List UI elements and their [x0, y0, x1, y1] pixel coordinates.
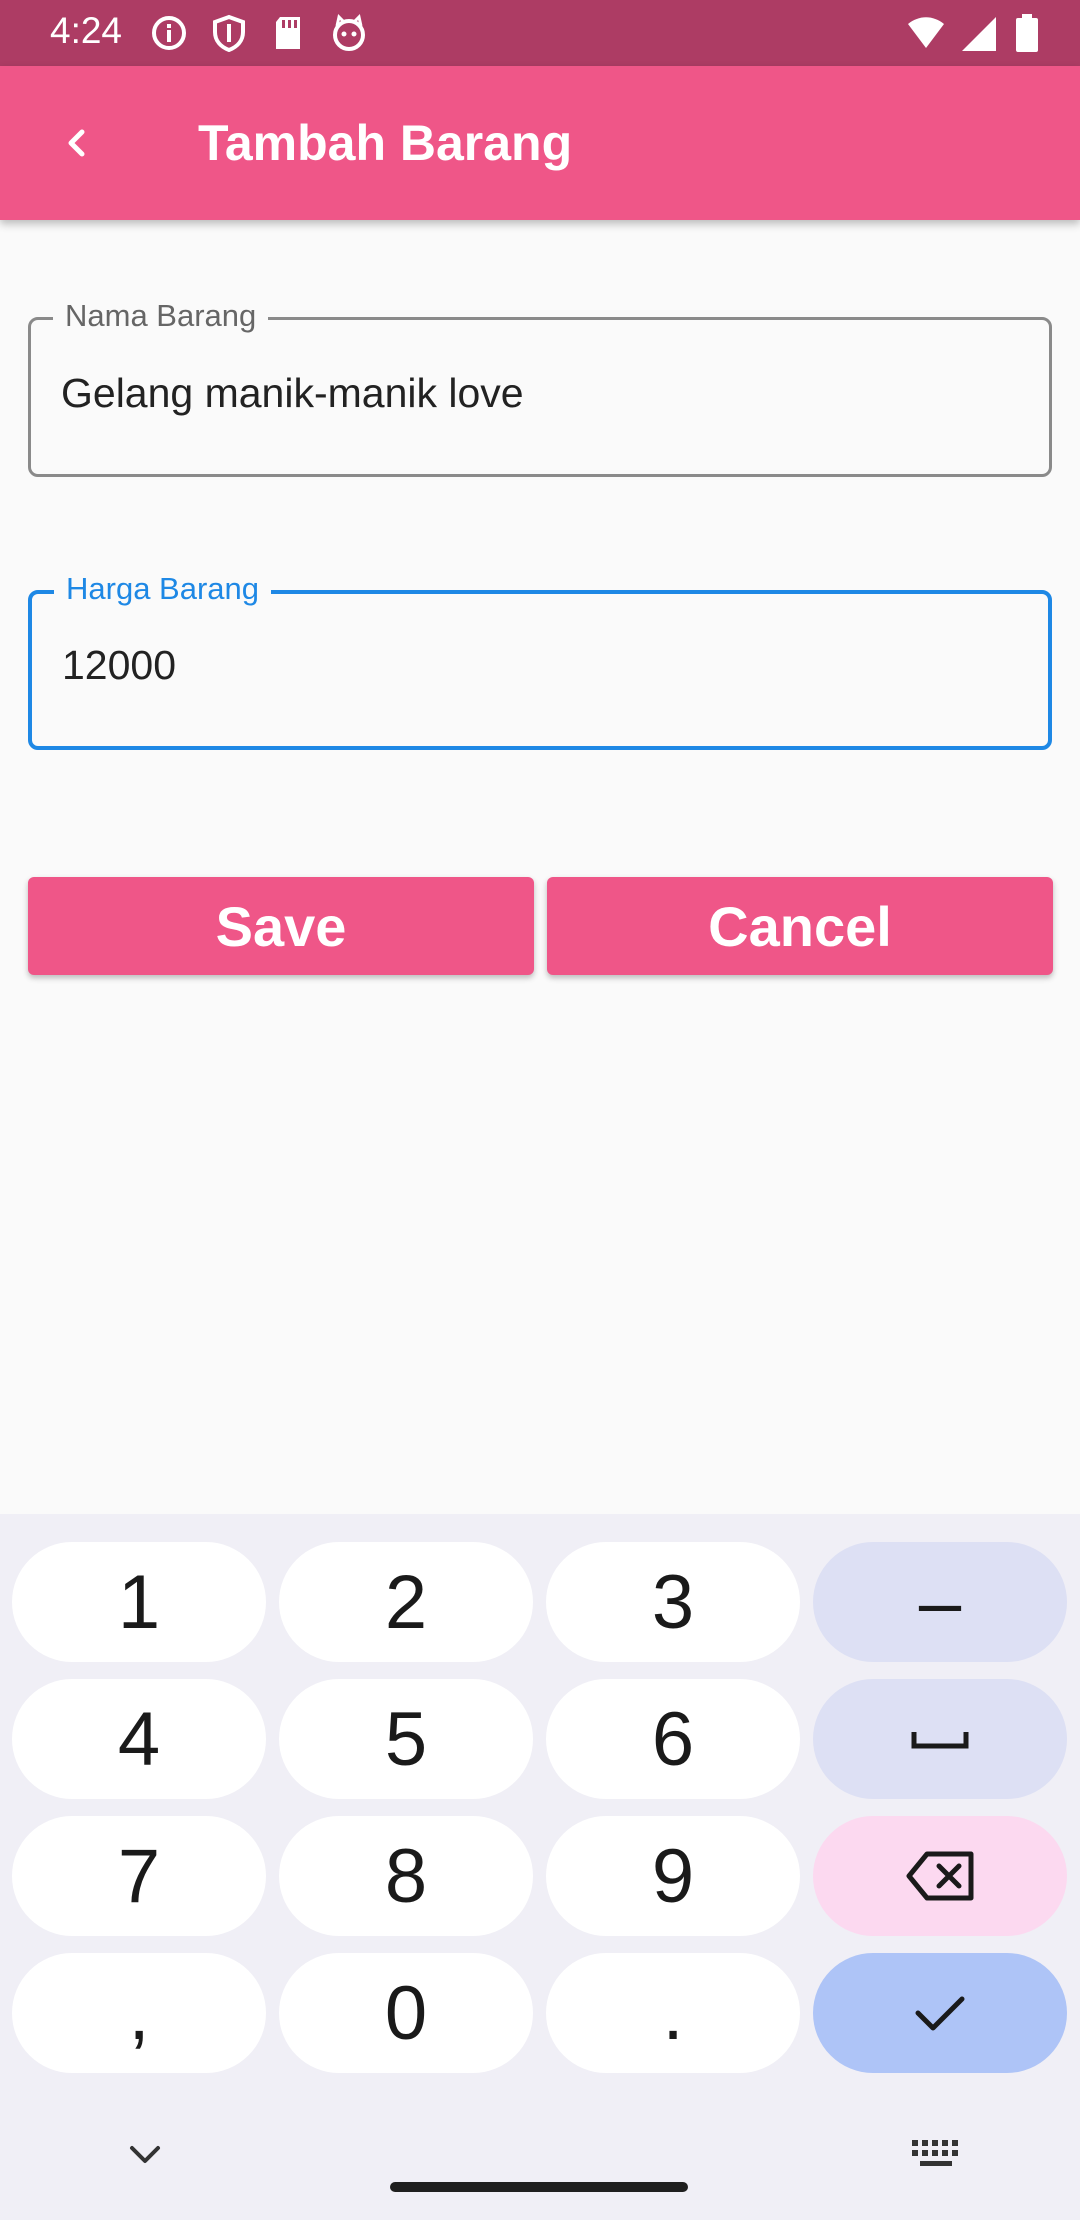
check-icon [915, 1996, 965, 2031]
info-icon [150, 14, 188, 52]
wifi-icon [906, 14, 946, 54]
keyboard-icon [912, 2140, 958, 2166]
page-title: Tambah Barang [198, 115, 573, 171]
key-space[interactable] [813, 1679, 1067, 1799]
status-time: 4:24 [50, 10, 123, 51]
key-9[interactable]: 9 [546, 1816, 800, 1936]
switch-keyboard-button[interactable] [908, 2136, 964, 2172]
hide-keyboard-button[interactable] [120, 2134, 170, 2174]
chevron-left-icon [68, 129, 85, 157]
harga-barang-value: 12000 [62, 642, 177, 688]
key-2[interactable]: 2 [279, 1542, 533, 1662]
key-period[interactable]: . [546, 1953, 800, 2073]
key-backspace[interactable] [813, 1816, 1067, 1936]
cancel-button[interactable]: Cancel [547, 877, 1053, 975]
status-bar: 4:24 [0, 0, 1080, 66]
harga-barang-field[interactable]: Harga Barang 12000 [28, 571, 1052, 750]
home-indicator[interactable] [390, 2182, 688, 2192]
harga-barang-label: Harga Barang [54, 571, 272, 607]
key-1[interactable]: 1 [12, 1542, 266, 1662]
sd-card-icon [270, 14, 308, 52]
cat-face-icon [330, 14, 368, 52]
status-system-icons [906, 14, 1040, 54]
key-4[interactable]: 4 [12, 1679, 266, 1799]
nama-barang-label: Nama Barang [53, 298, 269, 334]
key-minus[interactable]: – [813, 1542, 1067, 1662]
key-8[interactable]: 8 [279, 1816, 533, 1936]
key-5[interactable]: 5 [279, 1679, 533, 1799]
signal-icon [960, 14, 1000, 54]
key-6[interactable]: 6 [546, 1679, 800, 1799]
backspace-icon [906, 1851, 974, 1901]
nama-barang-field[interactable]: Nama Barang Gelang manik-manik love [28, 298, 1052, 477]
space-icon [911, 1732, 969, 1749]
save-button[interactable]: Save [28, 877, 534, 975]
nama-barang-value: Gelang manik-manik love [61, 370, 524, 416]
key-7[interactable]: 7 [12, 1816, 266, 1936]
key-3[interactable]: 3 [546, 1542, 800, 1662]
key-0[interactable]: 0 [279, 1953, 533, 2073]
shield-icon [210, 14, 248, 53]
key-enter[interactable] [813, 1953, 1067, 2073]
status-notification-icons [150, 14, 368, 53]
battery-icon [1014, 14, 1040, 54]
chevron-down-icon [130, 2146, 160, 2163]
back-button[interactable] [46, 112, 108, 174]
key-comma[interactable]: , [12, 1953, 266, 2073]
app-bar: Tambah Barang [0, 66, 1080, 220]
